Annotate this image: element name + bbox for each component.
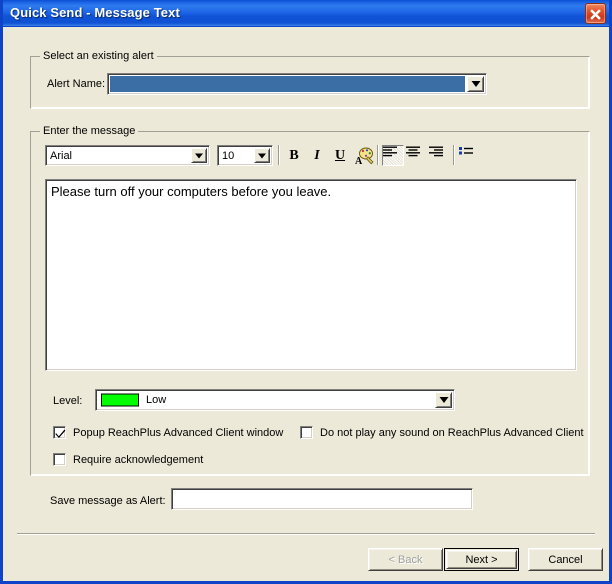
chevron-down-icon <box>471 81 480 87</box>
underline-button[interactable]: U <box>329 145 351 166</box>
alert-name-dropdown-button[interactable] <box>467 76 484 92</box>
alert-name-combobox[interactable] <box>107 73 487 95</box>
enter-message-caption: Enter the message <box>40 125 139 137</box>
underline-icon: U <box>334 147 346 163</box>
italic-icon: I <box>314 147 320 163</box>
close-icon <box>590 9 601 20</box>
checkbox-do-not-play-sound[interactable]: Do not play any sound on ReachPlus Advan… <box>300 426 584 439</box>
cancel-button-label: Cancel <box>548 553 583 566</box>
checkbox-require-acknowledgement[interactable]: Require acknowledgement <box>53 453 203 466</box>
save-message-as-alert-input[interactable] <box>171 488 473 510</box>
align-center-button[interactable] <box>405 145 427 166</box>
font-size-value: 10 <box>222 149 235 162</box>
align-right-button[interactable] <box>428 145 450 166</box>
enter-message-group: Enter the message Arial 10 B I U A Pleas… <box>30 125 590 476</box>
font-color-button[interactable]: A <box>352 145 374 166</box>
alert-name-selection-highlight <box>110 76 465 92</box>
checkbox-popup-client-window[interactable]: Popup ReachPlus Advanced Client window <box>53 426 283 439</box>
back-button-label: < Back <box>388 553 423 566</box>
next-button[interactable]: Next > <box>444 548 519 571</box>
level-color-swatch <box>101 393 139 407</box>
align-right-icon <box>429 146 443 157</box>
align-left-icon <box>383 146 397 157</box>
message-textarea[interactable]: Please turn off your computers before yo… <box>45 179 577 371</box>
toolbar-separator-3 <box>453 145 455 165</box>
align-left-button[interactable] <box>382 145 404 166</box>
bold-button[interactable]: B <box>283 145 305 166</box>
checkbox-label: Do not play any sound on ReachPlus Advan… <box>320 426 584 439</box>
font-family-value: Arial <box>50 149 73 162</box>
font-size-combobox[interactable]: 10 <box>217 145 273 166</box>
cancel-button[interactable]: Cancel <box>528 548 603 571</box>
checkbox-label: Require acknowledgement <box>73 453 204 466</box>
checkbox-box[interactable] <box>300 426 313 439</box>
title-bar: Quick Send - Message Text <box>3 0 609 27</box>
chevron-down-icon <box>439 397 448 403</box>
checkbox-box[interactable] <box>53 426 66 439</box>
italic-button[interactable]: I <box>306 145 328 166</box>
message-text-content: Please turn off your computers before yo… <box>51 184 332 199</box>
save-message-as-alert-label: Save message as Alert: <box>50 495 166 507</box>
bullet-list-button[interactable] <box>458 145 480 166</box>
chevron-down-icon <box>258 153 266 158</box>
toolbar-separator-1 <box>278 145 280 165</box>
font-color-palette-icon: A <box>355 147 374 165</box>
level-dropdown-button[interactable] <box>435 392 452 408</box>
checkbox-label: Popup ReachPlus Advanced Client window <box>73 426 284 439</box>
check-icon <box>55 429 66 438</box>
bold-icon: B <box>289 147 299 163</box>
next-button-label: Next > <box>465 553 498 566</box>
quick-send-dialog: Quick Send - Message Text Select an exis… <box>0 0 612 584</box>
level-label: Level: <box>53 395 83 407</box>
chevron-down-icon <box>195 153 203 158</box>
footer-separator <box>17 533 595 535</box>
checkbox-box[interactable] <box>53 453 66 466</box>
window-title: Quick Send - Message Text <box>10 5 180 20</box>
svg-text:A: A <box>355 156 363 165</box>
select-existing-alert-group: Select an existing alert Alert Name: <box>30 50 590 109</box>
font-family-combobox[interactable]: Arial <box>45 145 210 166</box>
level-value: Low <box>146 394 167 406</box>
align-center-icon <box>406 146 420 157</box>
select-existing-alert-caption: Select an existing alert <box>40 50 157 62</box>
toolbar-separator-2 <box>377 145 379 165</box>
font-family-dropdown-button[interactable] <box>191 148 207 163</box>
level-combobox[interactable]: Low <box>95 389 455 411</box>
font-size-dropdown-button[interactable] <box>254 148 270 163</box>
back-button[interactable]: < Back <box>368 548 443 571</box>
alert-name-label: Alert Name: <box>47 78 106 90</box>
close-button[interactable] <box>585 3 606 24</box>
bullet-list-icon <box>459 147 473 155</box>
